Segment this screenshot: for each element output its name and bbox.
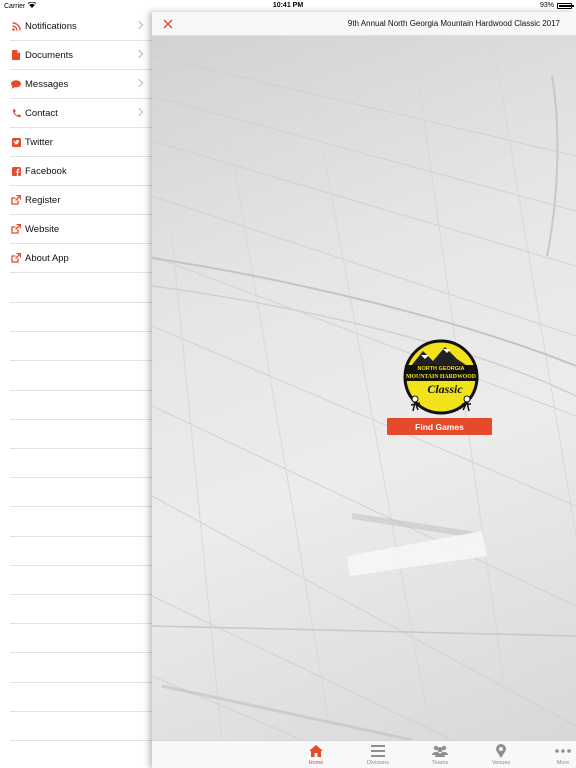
menu-divider bbox=[10, 390, 152, 391]
logo-text-mid: MOUNTAIN HARDWOOD bbox=[406, 374, 476, 380]
menu-divider bbox=[10, 302, 152, 303]
tab-label: Venues bbox=[491, 760, 511, 766]
tab-label: Home bbox=[308, 760, 324, 766]
facebook-icon bbox=[10, 165, 22, 177]
close-icon bbox=[163, 19, 173, 29]
people-icon bbox=[432, 743, 448, 758]
menu-divider bbox=[10, 477, 152, 478]
logo-text-script: Classic bbox=[427, 382, 463, 396]
menu-divider bbox=[10, 448, 152, 449]
tournament-logo: NORTH GEORGIA MOUNTAIN HARDWOOD Classic bbox=[401, 337, 481, 417]
map-pin-icon bbox=[493, 743, 509, 758]
side-menu: Notifications Documents Messages Contact… bbox=[0, 12, 152, 768]
chevron-right-icon bbox=[134, 78, 144, 88]
chat-icon bbox=[10, 78, 22, 90]
tab-teams[interactable]: Teams bbox=[420, 743, 460, 768]
tab-label: Teams bbox=[431, 760, 449, 766]
menu-item-documents[interactable]: Documents bbox=[10, 41, 152, 70]
menu-item-label: Notifications bbox=[25, 20, 77, 32]
navigation-bar: 9th Annual North Georgia Mountain Hardwo… bbox=[152, 12, 576, 36]
find-games-button[interactable]: Find Games bbox=[387, 418, 492, 435]
logo-text-top: NORTH GEORGIA bbox=[417, 366, 464, 372]
hardwood-floor-image bbox=[152, 36, 576, 740]
menu-item-website[interactable]: Website bbox=[10, 215, 152, 244]
menu-item-register[interactable]: Register bbox=[10, 186, 152, 215]
menu-divider bbox=[10, 360, 152, 361]
menu-item-about-app[interactable]: About App bbox=[10, 244, 152, 273]
battery-icon bbox=[557, 2, 574, 9]
menu-item-twitter[interactable]: Twitter bbox=[10, 128, 152, 157]
external-link-icon bbox=[10, 194, 22, 206]
tab-bar: Home Divisions Teams Venues More bbox=[152, 740, 576, 768]
menu-item-label: Facebook bbox=[25, 165, 67, 177]
tab-label: Divisions bbox=[366, 760, 389, 766]
list-icon bbox=[370, 743, 386, 758]
rss-icon bbox=[10, 20, 22, 32]
external-link-icon bbox=[10, 252, 22, 264]
chevron-right-icon bbox=[134, 20, 144, 30]
menu-divider bbox=[10, 594, 152, 595]
tab-more[interactable]: More bbox=[543, 743, 576, 768]
menu-item-facebook[interactable]: Facebook bbox=[10, 157, 152, 186]
menu-divider bbox=[10, 565, 152, 566]
menu-divider bbox=[10, 652, 152, 653]
menu-divider bbox=[10, 506, 152, 507]
home-icon bbox=[308, 743, 324, 758]
court-background: NORTH GEORGIA MOUNTAIN HARDWOOD Classic … bbox=[152, 36, 576, 740]
menu-divider bbox=[10, 682, 152, 683]
menu-item-label: Messages bbox=[25, 78, 69, 90]
status-time: 10:41 PM bbox=[272, 2, 304, 9]
tab-home[interactable]: Home bbox=[296, 743, 336, 768]
twitter-icon bbox=[10, 136, 22, 148]
battery-percent: 93% bbox=[539, 2, 554, 9]
menu-item-label: Contact bbox=[25, 107, 58, 119]
menu-divider bbox=[10, 711, 152, 712]
menu-divider bbox=[10, 740, 152, 741]
chevron-right-icon bbox=[134, 107, 144, 117]
tab-venues[interactable]: Venues bbox=[481, 743, 521, 768]
menu-item-notifications[interactable]: Notifications bbox=[10, 12, 152, 41]
menu-item-label: Register bbox=[25, 194, 61, 206]
menu-item-label: About App bbox=[25, 252, 69, 264]
menu-divider bbox=[10, 331, 152, 332]
external-link-icon bbox=[10, 223, 22, 235]
page-title: 9th Annual North Georgia Mountain Hardwo… bbox=[347, 19, 560, 28]
main-panel: 9th Annual North Georgia Mountain Hardwo… bbox=[152, 12, 576, 768]
menu-divider bbox=[10, 419, 152, 420]
menu-item-label: Documents bbox=[25, 49, 74, 61]
menu-item-contact[interactable]: Contact bbox=[10, 99, 152, 128]
menu-item-label: Twitter bbox=[25, 136, 53, 148]
status-bar: Carrier 10:41 PM 93% bbox=[0, 0, 576, 12]
phone-icon bbox=[10, 107, 22, 119]
close-button[interactable] bbox=[160, 16, 176, 32]
menu-divider bbox=[10, 536, 152, 537]
menu-item-messages[interactable]: Messages bbox=[10, 70, 152, 99]
tab-label: More bbox=[556, 760, 570, 766]
chevron-right-icon bbox=[134, 49, 144, 59]
document-icon bbox=[10, 49, 22, 61]
menu-item-label: Website bbox=[25, 223, 60, 235]
more-icon bbox=[555, 743, 571, 758]
tab-divisions[interactable]: Divisions bbox=[358, 743, 398, 768]
menu-divider bbox=[10, 623, 152, 624]
